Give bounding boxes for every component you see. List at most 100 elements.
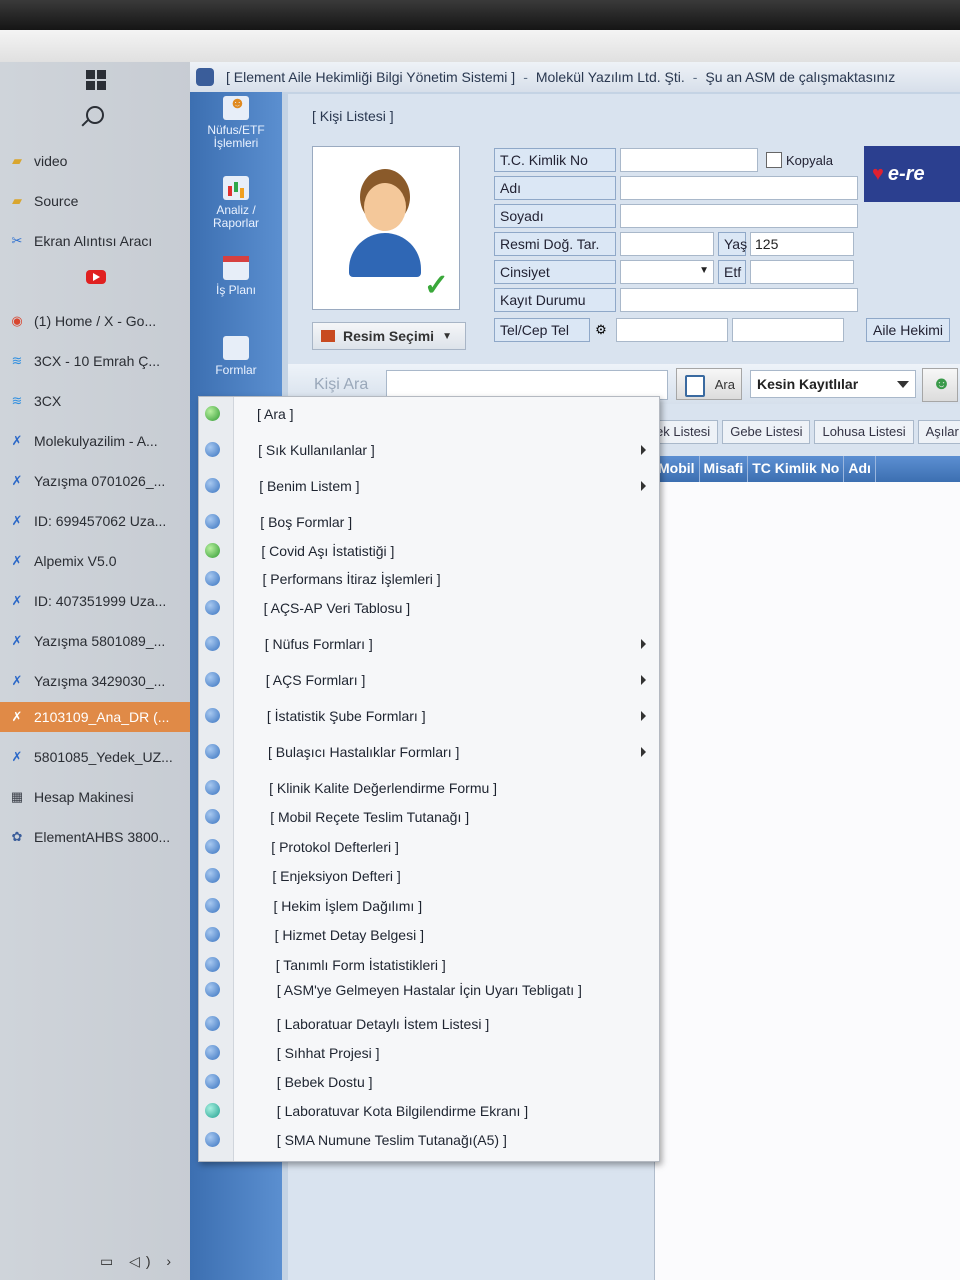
context-menu-item[interactable]: [ SMA Numune Teslim Tutanağı(A5) ] <box>199 1127 659 1153</box>
grid-header: Mobil Misafi TC Kimlik No Adı <box>654 456 960 482</box>
yas-label: Yaş <box>718 232 747 256</box>
start-menu-item[interactable]: ≋ 3CX <box>8 386 190 416</box>
context-menu-item[interactable]: [ Tanımlı Form İstatistikleri ] <box>199 952 659 978</box>
kopyala-button[interactable]: Kopyala <box>766 152 833 168</box>
context-menu-item[interactable]: [ Laboratuar Detaylı İstem Listesi ] <box>199 1011 659 1037</box>
ara-button[interactable]: Ara <box>676 368 742 400</box>
grid-column-header[interactable]: Mobil <box>654 456 700 482</box>
avatar-body <box>349 233 421 277</box>
context-menu-item[interactable]: [ Bulaşıcı Hastalıklar Formları ] <box>199 739 659 765</box>
context-menu-item[interactable]: [ AÇS Formları ] <box>199 667 659 693</box>
context-menu-item[interactable]: [ Hizmet Detay Belgesi ] <box>199 922 659 948</box>
context-menu-item[interactable]: [ Hekim İşlem Dağılımı ] <box>199 893 659 919</box>
start-menu-item[interactable]: ◉ (1) Home / X - Go... <box>8 306 190 336</box>
adi-input[interactable] <box>620 176 858 200</box>
start-menu-item[interactable]: ▦ Hesap Makinesi <box>8 782 190 812</box>
start-menu-item[interactable]: ✗ Yazışma 5801089_... <box>8 626 190 656</box>
bullet-icon <box>205 1045 220 1060</box>
context-menu-item-label: [ Klinik Kalite Değerlendirme Formu ] <box>269 780 498 796</box>
nav-analiz-button[interactable]: Analiz / Raporlar <box>194 176 278 230</box>
calendar-icon <box>223 256 249 280</box>
start-menu-item[interactable]: ✗ ID: 699457062 Uza... <box>8 506 190 536</box>
context-menu-item[interactable]: [ İstatistik Şube Formları ] <box>199 703 659 729</box>
kayit-durumu-input[interactable] <box>620 288 858 312</box>
context-menu-item[interactable]: [ Klinik Kalite Değerlendirme Formu ] <box>199 775 659 801</box>
kayit-filter-select[interactable]: Kesin Kayıtlılar <box>750 370 916 398</box>
context-menu-item-label: [ Hekim İşlem Dağılımı ] <box>273 898 423 914</box>
search-icon[interactable] <box>86 106 104 124</box>
start-menu-item[interactable]: ✿ ElementAHBS 3800... <box>8 822 190 852</box>
context-menu-item-label: [ Ara ] <box>257 406 294 422</box>
context-menu-item[interactable]: [ Performans İtiraz İşlemleri ] <box>199 566 659 592</box>
gear-icon[interactable]: ⚙ <box>590 322 612 338</box>
youtube-icon[interactable] <box>86 270 106 284</box>
start-menu-item[interactable]: ✗ ID: 407351999 Uza... <box>8 586 190 616</box>
tc-label: T.C. Kimlik No <box>494 148 616 172</box>
context-menu-item[interactable]: [ Ara ] <box>199 401 659 427</box>
system-tray[interactable]: ▭ ◁) › <box>100 1253 177 1270</box>
context-menu-item[interactable]: [ Nüfus Formları ] <box>199 631 659 657</box>
context-menu-item[interactable]: [ Sıhhat Projesi ] <box>199 1040 659 1066</box>
tab-3[interactable]: Aşılar <box>917 420 960 444</box>
forms-icon <box>223 336 249 360</box>
dropdown-arrow-icon <box>897 381 909 388</box>
anydesk-icon: ✗ <box>11 709 23 724</box>
tc-input[interactable] <box>620 148 758 172</box>
start-menu-item-label: Ekran Alıntısı Aracı <box>34 233 153 249</box>
context-menu-item-label: [ Laboratuvar Kota Bilgilendirme Ekranı … <box>276 1103 529 1119</box>
soyadi-input[interactable] <box>620 204 858 228</box>
nav-is-plani-button[interactable]: İş Planı <box>194 256 278 297</box>
etf-input[interactable] <box>750 260 854 284</box>
start-menu-item[interactable]: ✗ Yazışma 0701026_... <box>8 466 190 496</box>
context-menu-item[interactable]: [ Sık Kullanılanlar ] <box>199 437 659 463</box>
ara-button-label: Ara <box>714 376 735 392</box>
chrome-icon: ◉ <box>11 313 23 328</box>
context-menu-item[interactable]: [ Protokol Defterleri ] <box>199 834 659 860</box>
add-person-button[interactable] <box>922 368 958 402</box>
tel-input[interactable] <box>616 318 728 342</box>
start-menu-item-label: Yazışma 5801089_... <box>34 633 166 649</box>
tab-2[interactable]: Lohusa Listesi <box>814 420 914 444</box>
start-menu-item[interactable]: ≋ 3CX - 10 Emrah Ç... <box>8 346 190 376</box>
patient-photo[interactable]: ✓ <box>312 146 460 310</box>
grid-body[interactable] <box>654 482 960 1280</box>
submenu-arrow-icon <box>641 675 646 685</box>
start-menu-item-label: Molekulyazilim - A... <box>34 433 158 449</box>
grid-column-header[interactable]: Misafi <box>700 456 749 482</box>
grid-column-header[interactable]: Adı <box>844 456 876 482</box>
context-menu-item[interactable]: [ Bebek Dostu ] <box>199 1069 659 1095</box>
start-menu-item[interactable]: ✗ Molekulyazilim - A... <box>8 426 190 456</box>
tab-1[interactable]: Gebe Listesi <box>722 420 811 444</box>
context-menu-item[interactable]: [ AÇS-AP Veri Tablosu ] <box>199 595 659 621</box>
screen-top-edge <box>0 30 960 62</box>
dogum-tarihi-input[interactable] <box>620 232 714 256</box>
context-menu-item[interactable]: [ Covid Aşı İstatistiği ] <box>199 538 659 564</box>
start-menu-item[interactable]: ✗ 5801085_Yedek_UZ... <box>8 742 190 772</box>
context-menu-item[interactable]: [ Mobil Reçete Teslim Tutanağı ] <box>199 804 659 830</box>
dogum-tarihi-label: Resmi Doğ. Tar. <box>494 232 616 256</box>
cep-tel-input[interactable] <box>732 318 844 342</box>
yas-input[interactable]: 125 <box>750 232 854 256</box>
window-title: [ Element Aile Hekimliği Bilgi Yönetim S… <box>226 69 516 85</box>
context-menu-item-label: [ Nüfus Formları ] <box>264 636 373 652</box>
resim-secimi-button[interactable]: Resim Seçimi ▼ <box>312 322 466 350</box>
start-menu-item[interactable]: ✗ 2103109_Ana_DR (... <box>0 702 195 732</box>
start-menu-item[interactable]: ▰ Source <box>8 186 190 216</box>
nav-nufus-button[interactable]: Nüfus/ETF İşlemleri <box>194 96 278 150</box>
context-menu-item-label: [ Sık Kullanılanlar ] <box>258 442 375 458</box>
windows-logo-icon[interactable] <box>86 70 106 90</box>
context-menu-item[interactable]: [ Enjeksiyon Defteri ] <box>199 863 659 889</box>
cinsiyet-row: Cinsiyet ▼ Etf <box>494 260 854 284</box>
context-menu-item[interactable]: [ ASM'ye Gelmeyen Hastalar İçin Uyarı Te… <box>199 977 659 1003</box>
start-menu-item[interactable]: ▰ video <box>8 146 190 176</box>
context-menu-item[interactable]: [ Laboratuvar Kota Bilgilendirme Ekranı … <box>199 1098 659 1124</box>
nav-formlar-button[interactable]: Formlar <box>194 336 278 377</box>
start-menu-item[interactable]: ✂ Ekran Alıntısı Aracı <box>8 226 190 256</box>
list-tabs: ek Listesi Gebe Listesi Lohusa Listesi Aşıl… <box>648 420 960 444</box>
start-menu-item[interactable]: ✗ Alpemix V5.0 <box>8 546 190 576</box>
context-menu-item[interactable]: [ Boş Formlar ] <box>199 509 659 535</box>
context-menu-item[interactable]: [ Benim Listem ] <box>199 473 659 499</box>
grid-column-header[interactable]: TC Kimlik No <box>748 456 845 482</box>
cinsiyet-select[interactable]: ▼ <box>620 260 714 284</box>
start-menu-item[interactable]: ✗ Yazışma 3429030_... <box>8 666 190 696</box>
